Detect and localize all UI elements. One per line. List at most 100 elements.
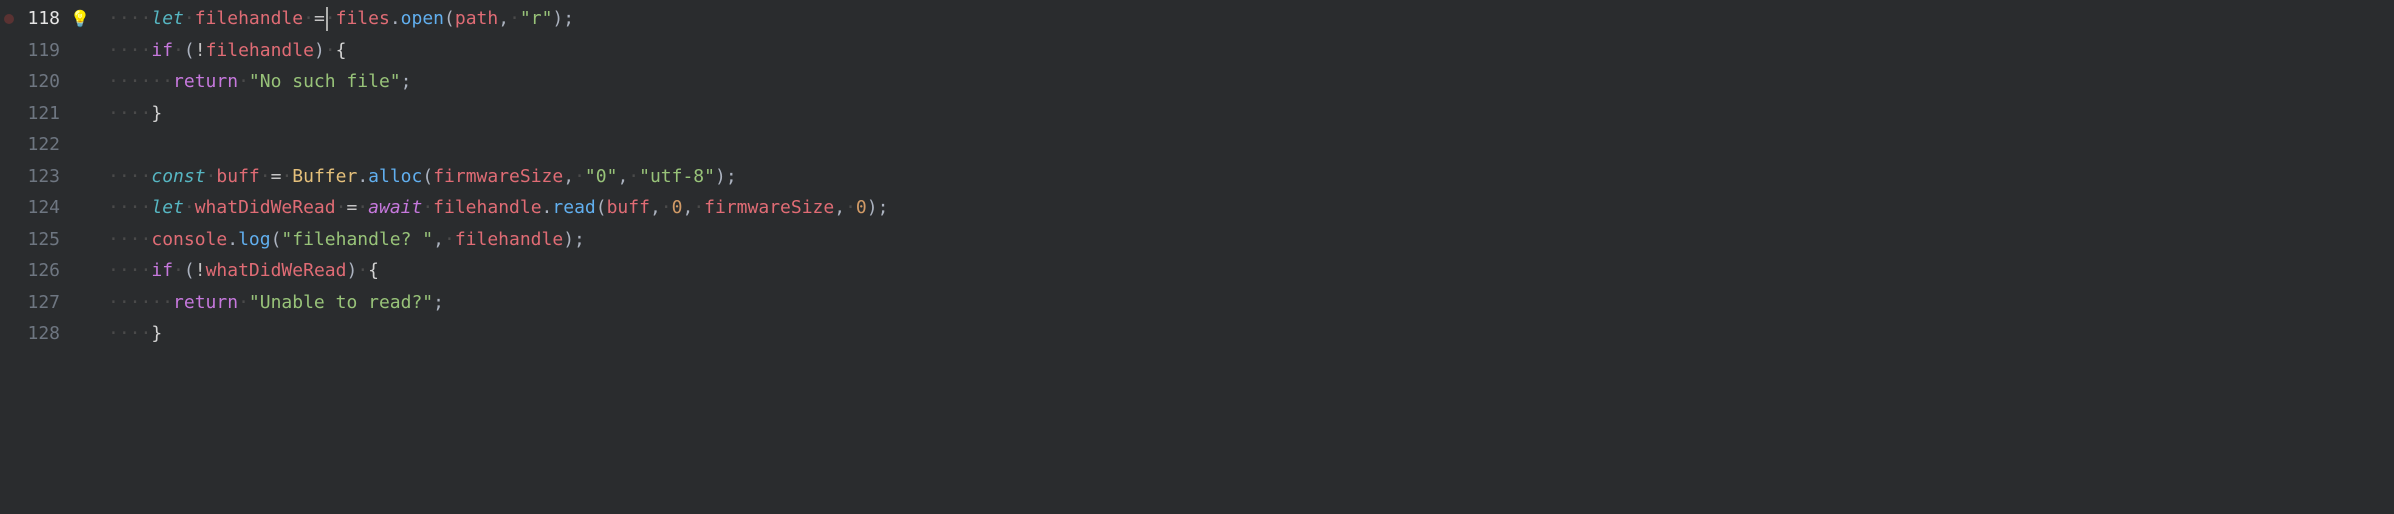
- line-number[interactable]: 123: [18, 161, 66, 193]
- identifier: console: [151, 229, 227, 250]
- code-line[interactable]: ····}: [108, 318, 2394, 350]
- punct-comma: ,: [433, 229, 444, 250]
- code-line[interactable]: [108, 129, 2394, 161]
- punct-lparen: (: [184, 40, 195, 61]
- whitespace: ·: [693, 197, 704, 218]
- whitespace: ····: [108, 40, 151, 61]
- punct-lbrace: {: [336, 40, 347, 61]
- gutter-row: 126: [0, 255, 108, 287]
- punct-rparen: ): [346, 260, 357, 281]
- breakpoint-icon[interactable]: [4, 14, 14, 24]
- whitespace: ·: [444, 229, 455, 250]
- operator: =: [314, 8, 325, 29]
- whitespace: ·: [184, 197, 195, 218]
- line-number[interactable]: 127: [18, 287, 66, 319]
- gutter-row: 123: [0, 161, 108, 193]
- line-number[interactable]: 121: [18, 98, 66, 130]
- line-number[interactable]: 120: [18, 66, 66, 98]
- punct-comma: ,: [650, 197, 661, 218]
- punct-rbrace: }: [151, 323, 162, 344]
- function-call: read: [552, 197, 595, 218]
- gutter-row: 125: [0, 224, 108, 256]
- punct-semi: ;: [563, 8, 574, 29]
- code-line[interactable]: ····let·whatDidWeRead·=·await·filehandle…: [108, 192, 2394, 224]
- identifier: firmwareSize: [433, 166, 563, 187]
- whitespace: ····: [108, 103, 151, 124]
- punct-semi: ;: [401, 71, 412, 92]
- punct-rparen: ): [715, 166, 726, 187]
- code-line[interactable]: ····console.log("filehandle? ",·filehand…: [108, 224, 2394, 256]
- code-line[interactable]: ····}: [108, 98, 2394, 130]
- code-line[interactable]: ····if·(!whatDidWeRead)·{: [108, 255, 2394, 287]
- whitespace: ·: [845, 197, 856, 218]
- punct-lparen: (: [184, 260, 195, 281]
- punct-lbrace: {: [368, 260, 379, 281]
- punct-rparen: ): [867, 197, 878, 218]
- breakpoint-column[interactable]: [0, 14, 18, 24]
- identifier: whatDidWeRead: [206, 260, 347, 281]
- identifier: filehandle: [455, 229, 563, 250]
- identifier: filehandle: [206, 40, 314, 61]
- identifier: filehandle: [195, 8, 303, 29]
- punct-rbrace: }: [151, 103, 162, 124]
- whitespace: ·: [281, 166, 292, 187]
- text-cursor: [326, 7, 328, 31]
- whitespace: ·: [336, 197, 347, 218]
- whitespace: ····: [108, 197, 151, 218]
- whitespace: ····: [108, 323, 151, 344]
- lightbulb-icon[interactable]: 💡: [70, 3, 90, 35]
- whitespace: ·: [206, 166, 217, 187]
- code-editor[interactable]: 118 💡 119 120 121 122: [0, 0, 2394, 350]
- operator: =: [346, 197, 357, 218]
- line-number[interactable]: 118: [18, 3, 66, 35]
- function-call: open: [401, 8, 444, 29]
- number: 0: [856, 197, 867, 218]
- operator: =: [271, 166, 282, 187]
- line-number[interactable]: 125: [18, 224, 66, 256]
- code-line[interactable]: ····if·(!filehandle)·{: [108, 35, 2394, 67]
- line-number[interactable]: 126: [18, 255, 66, 287]
- keyword-return: return: [173, 292, 238, 313]
- punct-semi: ;: [878, 197, 889, 218]
- lightbulb-column[interactable]: 💡: [66, 3, 94, 35]
- identifier: path: [455, 8, 498, 29]
- whitespace: ······: [108, 292, 173, 313]
- keyword-if: if: [151, 40, 173, 61]
- operator-not: !: [195, 40, 206, 61]
- punct-semi: ;: [574, 229, 585, 250]
- whitespace: ····: [108, 166, 151, 187]
- line-number[interactable]: 119: [18, 35, 66, 67]
- gutter-row: 128: [0, 318, 108, 350]
- punct-semi: ;: [726, 166, 737, 187]
- keyword-await: await: [368, 197, 422, 218]
- line-number[interactable]: 122: [18, 129, 66, 161]
- code-line[interactable]: ······return·"Unable to read?";: [108, 287, 2394, 319]
- code-line[interactable]: ····const·buff·=·Buffer.alloc(firmwareSi…: [108, 161, 2394, 193]
- gutter-row: 124: [0, 192, 108, 224]
- keyword-let: let: [151, 8, 184, 29]
- punct-comma: ,: [834, 197, 845, 218]
- line-number[interactable]: 128: [18, 318, 66, 350]
- line-number[interactable]: 124: [18, 192, 66, 224]
- code-area[interactable]: ····let·filehandle·=·files.open(path,·"r…: [108, 0, 2394, 350]
- keyword-return: return: [173, 71, 238, 92]
- punct-semi: ;: [433, 292, 444, 313]
- punct-rparen: ): [552, 8, 563, 29]
- gutter-row: 122: [0, 129, 108, 161]
- identifier: buff: [607, 197, 650, 218]
- code-line[interactable]: ······return·"No such file";: [108, 66, 2394, 98]
- gutter-row: 127: [0, 287, 108, 319]
- gutter-row: 118 💡: [0, 3, 108, 35]
- whitespace: ·: [325, 40, 336, 61]
- keyword-if: if: [151, 260, 173, 281]
- whitespace: ·: [238, 292, 249, 313]
- whitespace: ·: [303, 8, 314, 29]
- code-line[interactable]: ····let·filehandle·=·files.open(path,·"r…: [108, 3, 2394, 35]
- function-call: alloc: [368, 166, 422, 187]
- identifier: whatDidWeRead: [195, 197, 336, 218]
- punct-comma: ,: [617, 166, 628, 187]
- whitespace: ·: [173, 260, 184, 281]
- whitespace: ····: [108, 260, 151, 281]
- punct-dot: .: [357, 166, 368, 187]
- punct-rparen: ): [314, 40, 325, 61]
